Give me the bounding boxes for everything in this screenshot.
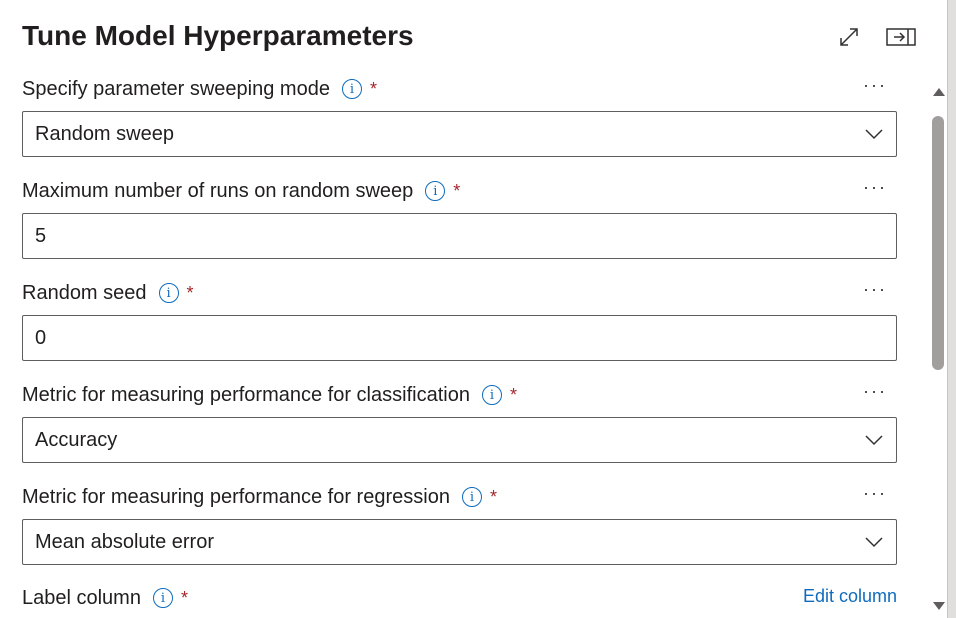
field-label-column: Label column i * Edit column (22, 584, 897, 612)
vertical-scrollbar[interactable] (930, 80, 946, 616)
dropdown-value: Random sweep (35, 122, 174, 145)
input-value: 5 (35, 224, 47, 247)
field-label: Metric for measuring performance for reg… (22, 485, 450, 508)
dock-right-button[interactable] (886, 24, 916, 50)
classification-metric-dropdown[interactable]: Accuracy (22, 417, 897, 463)
info-icon[interactable]: i (425, 181, 446, 201)
regression-metric-dropdown[interactable]: Mean absolute error (22, 519, 897, 565)
field-random-seed: Random seed i * ··· 0 (22, 279, 897, 361)
chevron-down-icon (865, 537, 883, 548)
required-marker: * (453, 180, 461, 201)
required-marker: * (369, 78, 377, 99)
info-icon[interactable]: i (341, 79, 362, 99)
more-options-button[interactable]: ··· (863, 483, 887, 504)
dropdown-value: Mean absolute error (35, 530, 214, 553)
scroll-thumb[interactable] (932, 116, 944, 370)
max-runs-input[interactable]: 5 (22, 213, 897, 259)
chevron-down-icon (865, 129, 883, 140)
info-icon[interactable]: i (461, 487, 482, 507)
required-marker: * (509, 384, 517, 405)
field-label: Maximum number of runs on random sweep (22, 179, 414, 202)
tune-model-panel: Tune Model Hyperparameters Specify param… (0, 0, 956, 618)
panel-edge (947, 0, 956, 618)
field-regression-metric: Metric for measuring performance for reg… (22, 483, 897, 565)
scroll-up-arrow-icon[interactable] (933, 88, 945, 96)
more-options-button[interactable]: ··· (863, 381, 887, 402)
more-options-button[interactable]: ··· (863, 177, 887, 198)
more-options-button[interactable]: ··· (863, 279, 887, 300)
required-marker: * (186, 282, 194, 303)
field-sweeping-mode: Specify parameter sweeping mode i * ··· … (22, 75, 897, 157)
scroll-down-arrow-icon[interactable] (933, 602, 945, 610)
required-marker: * (489, 486, 497, 507)
field-label: Metric for measuring performance for cla… (22, 383, 470, 406)
dock-right-icon (886, 28, 916, 46)
input-value: 0 (35, 326, 47, 349)
info-icon[interactable]: i (158, 283, 179, 303)
field-label: Random seed (22, 281, 147, 304)
panel-title: Tune Model Hyperparameters (22, 20, 414, 51)
random-seed-input[interactable]: 0 (22, 315, 897, 361)
info-icon[interactable]: i (152, 588, 173, 608)
sweeping-mode-dropdown[interactable]: Random sweep (22, 111, 897, 157)
expand-icon (840, 28, 858, 46)
expand-button[interactable] (834, 24, 864, 50)
field-label: Label column (22, 586, 141, 609)
dropdown-value: Accuracy (35, 428, 118, 451)
info-icon[interactable]: i (481, 385, 502, 405)
field-classification-metric: Metric for measuring performance for cla… (22, 381, 897, 463)
chevron-down-icon (865, 435, 883, 446)
required-marker: * (180, 587, 188, 608)
field-max-runs: Maximum number of runs on random sweep i… (22, 177, 897, 259)
more-options-button[interactable]: ··· (863, 75, 887, 96)
header-actions (834, 24, 916, 50)
edit-column-link[interactable]: Edit column (803, 586, 897, 607)
field-label: Specify parameter sweeping mode (22, 77, 330, 100)
